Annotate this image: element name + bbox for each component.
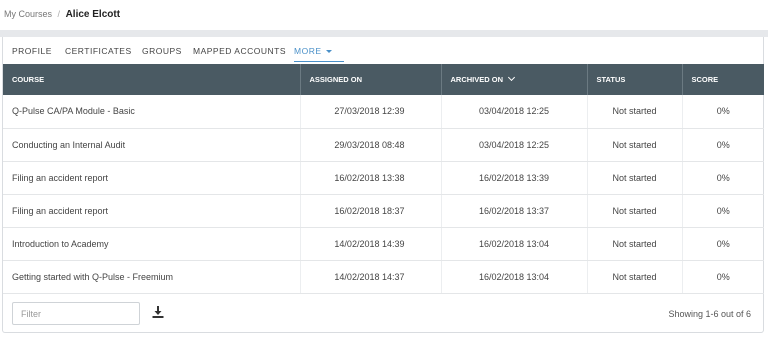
courses-table: COURSE ASSIGNED ON ARCHIVED ON STATUS SC… <box>3 64 764 294</box>
tab-certificates[interactable]: CERTIFICATES <box>65 46 132 56</box>
column-header-score[interactable]: SCORE <box>682 64 764 95</box>
breadcrumb-current-user: Alice Elcott <box>65 9 121 20</box>
cell-archived-on: 03/04/2018 12:25 <box>441 128 588 162</box>
content-panel: PROFILE CERTIFICATES GROUPS MAPPED ACCOU… <box>2 37 764 333</box>
cell-assigned-on: 14/02/2018 14:39 <box>300 227 442 261</box>
cell-archived-on: 16/02/2018 13:04 <box>441 260 588 294</box>
table-header-row: COURSE ASSIGNED ON ARCHIVED ON STATUS SC… <box>3 64 764 95</box>
table-row[interactable]: Filing an accident report 16/02/2018 18:… <box>3 194 764 228</box>
cell-assigned-on: 14/02/2018 14:37 <box>300 260 442 294</box>
column-header-archived-on[interactable]: ARCHIVED ON <box>441 64 588 95</box>
caret-down-icon <box>325 50 332 54</box>
cell-course: Conducting an Internal Audit <box>3 128 301 162</box>
sort-chevron-down-icon <box>507 73 516 82</box>
table-footer: Showing 1-6 out of 6 <box>3 295 763 331</box>
cell-archived-on: 16/02/2018 13:37 <box>441 194 588 228</box>
tab-mapped-accounts[interactable]: MAPPED ACCOUNTS <box>193 46 286 56</box>
column-header-status[interactable]: STATUS <box>587 64 683 95</box>
table-row[interactable]: Conducting an Internal Audit 29/03/2018 … <box>3 128 764 162</box>
cell-assigned-on: 29/03/2018 08:48 <box>300 128 442 162</box>
tab-more[interactable]: MORE <box>294 46 343 62</box>
cell-course: Getting started with Q-Pulse - Freemium <box>3 260 301 294</box>
breadcrumb: My Courses / Alice Elcott <box>4 9 120 20</box>
breadcrumb-separator: / <box>57 9 61 19</box>
cell-status: Not started <box>587 260 683 294</box>
cell-assigned-on: 16/02/2018 13:38 <box>300 161 442 195</box>
cell-score: 0% <box>682 95 764 129</box>
cell-status: Not started <box>587 95 683 129</box>
tab-bar: PROFILE CERTIFICATES GROUPS MAPPED ACCOU… <box>3 37 763 64</box>
table-row[interactable]: Getting started with Q-Pulse - Freemium … <box>3 260 764 294</box>
table-row[interactable]: Filing an accident report 16/02/2018 13:… <box>3 161 764 195</box>
table-row[interactable]: Introduction to Academy 14/02/2018 14:39… <box>3 227 764 261</box>
cell-score: 0% <box>682 194 764 228</box>
download-icon[interactable] <box>151 305 165 319</box>
cell-course: Introduction to Academy <box>3 227 301 261</box>
filter-input[interactable] <box>12 302 140 325</box>
cell-assigned-on: 16/02/2018 18:37 <box>300 194 442 228</box>
cell-score: 0% <box>682 260 764 294</box>
pagination-summary: Showing 1-6 out of 6 <box>668 309 751 319</box>
cell-assigned-on: 27/03/2018 12:39 <box>300 95 442 129</box>
cell-score: 0% <box>682 128 764 162</box>
breadcrumb-my-courses[interactable]: My Courses <box>4 9 52 19</box>
cell-course: Filing an accident report <box>3 161 301 195</box>
cell-status: Not started <box>587 227 683 261</box>
cell-score: 0% <box>682 227 764 261</box>
table-row[interactable]: Q-Pulse CA/PA Module - Basic 27/03/2018 … <box>3 95 764 129</box>
column-header-assigned-on[interactable]: ASSIGNED ON <box>300 64 442 95</box>
column-header-course[interactable]: COURSE <box>3 64 301 95</box>
cell-archived-on: 16/02/2018 13:04 <box>441 227 588 261</box>
top-band <box>0 30 768 37</box>
cell-status: Not started <box>587 194 683 228</box>
tab-groups[interactable]: GROUPS <box>142 46 182 56</box>
cell-score: 0% <box>682 161 764 195</box>
cell-status: Not started <box>587 128 683 162</box>
cell-archived-on: 03/04/2018 12:25 <box>441 95 588 129</box>
cell-course: Q-Pulse CA/PA Module - Basic <box>3 95 301 129</box>
cell-course: Filing an accident report <box>3 194 301 228</box>
archived-on-label: ARCHIVED ON <box>450 75 504 84</box>
tab-more-label: MORE <box>294 46 322 56</box>
cell-archived-on: 16/02/2018 13:39 <box>441 161 588 195</box>
cell-status: Not started <box>587 161 683 195</box>
tab-profile[interactable]: PROFILE <box>12 46 52 56</box>
